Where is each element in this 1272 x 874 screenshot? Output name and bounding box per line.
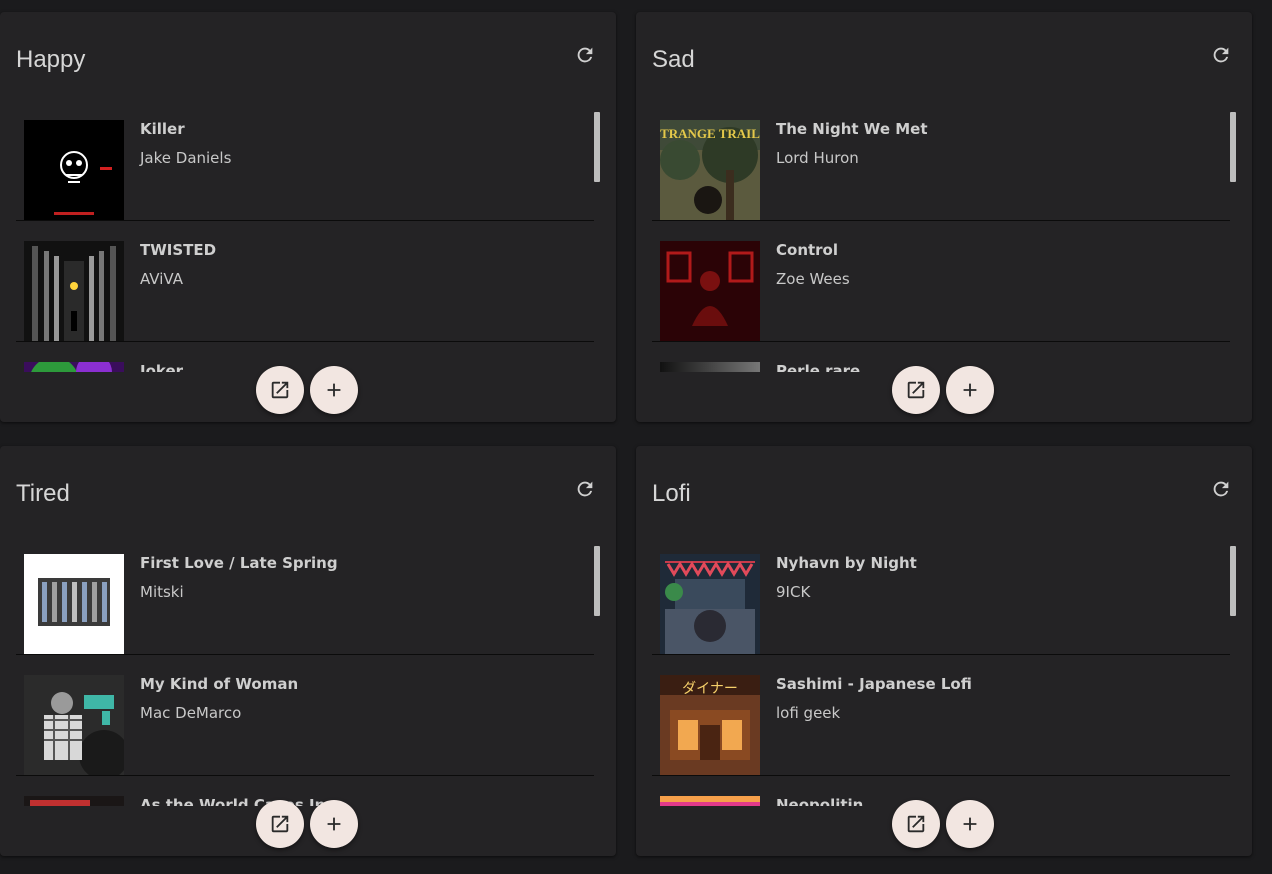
song-artist: Mac DeMarco	[140, 704, 242, 722]
song-item[interactable]: TWISTED AViVA	[16, 221, 594, 342]
refresh-icon	[577, 47, 593, 63]
song-item[interactable]: STRANGE TRAILS The Night We Met Lord Hur…	[652, 100, 1230, 221]
song-artist: Jake Daniels	[140, 149, 232, 167]
album-art	[24, 362, 124, 372]
song-title: Nyhavn by Night	[776, 554, 917, 572]
song-title: Joker	[140, 362, 184, 372]
open-playlist-button[interactable]	[892, 800, 940, 848]
open-playlist-button[interactable]	[892, 366, 940, 414]
scrollbar-thumb[interactable]	[1230, 546, 1236, 616]
card-actions	[892, 366, 996, 414]
add-icon	[963, 817, 977, 831]
refresh-button[interactable]	[574, 478, 596, 500]
song-item[interactable]: ダイナー Sashimi - Japanese Lofi lofi geek	[652, 655, 1230, 776]
album-art: STRANGE TRAILS	[660, 120, 760, 220]
song-list[interactable]: Nyhavn by Night 9ICK ダイナー Sashimi - Japa…	[652, 534, 1230, 806]
open-in-new-icon	[271, 381, 289, 399]
album-art	[24, 675, 124, 775]
card-title: Happy	[16, 46, 86, 73]
song-title: Perle rare	[776, 362, 861, 372]
song-title: Sashimi - Japanese Lofi	[776, 675, 972, 693]
album-art	[660, 241, 760, 341]
scrollbar[interactable]	[594, 534, 600, 806]
song-artist: 9ICK	[776, 583, 811, 601]
album-art	[24, 241, 124, 341]
song-title: Control	[776, 241, 839, 259]
add-icon	[963, 383, 977, 397]
song-artist: lofi geek	[776, 704, 841, 722]
song-title: TWISTED	[140, 241, 217, 259]
scrollbar-thumb[interactable]	[1230, 112, 1236, 182]
song-title: Neopolitin	[776, 796, 864, 806]
song-artist: Lord Huron	[776, 149, 859, 167]
album-art	[660, 362, 760, 372]
song-item[interactable]: Control Zoe Wees	[652, 221, 1230, 342]
add-icon	[327, 817, 341, 831]
card-title: Tired	[16, 480, 70, 507]
add-song-button[interactable]	[946, 366, 994, 414]
refresh-icon	[1213, 481, 1229, 497]
open-in-new-icon	[907, 815, 925, 833]
refresh-button[interactable]	[574, 44, 596, 66]
card-actions	[892, 800, 996, 848]
playlist-card-lofi: Lofi Nyhavn by Night 9ICK ダイナー Sashimi -…	[636, 446, 1252, 856]
add-song-button[interactable]	[310, 366, 358, 414]
open-playlist-button[interactable]	[256, 800, 304, 848]
scrollbar-thumb[interactable]	[594, 112, 600, 182]
add-song-button[interactable]	[310, 800, 358, 848]
album-art	[24, 796, 124, 806]
scrollbar[interactable]	[594, 100, 600, 372]
song-item[interactable]: Nyhavn by Night 9ICK	[652, 534, 1230, 655]
refresh-icon	[577, 481, 593, 497]
song-item[interactable]: First Love / Late Spring Mitski	[16, 534, 594, 655]
song-list[interactable]: First Love / Late Spring Mitski My Kind …	[16, 534, 594, 806]
card-title: Sad	[652, 46, 695, 73]
refresh-button[interactable]	[1210, 44, 1232, 66]
song-item[interactable]: My Kind of Woman Mac DeMarco	[16, 655, 594, 776]
song-artist: Mitski	[140, 583, 184, 601]
album-art-text: STRANGE TRAILS	[660, 126, 760, 141]
open-playlist-button[interactable]	[256, 366, 304, 414]
refresh-icon	[1213, 47, 1229, 63]
refresh-button[interactable]	[1210, 478, 1232, 500]
song-list[interactable]: Killer Jake Daniels TWISTED AViVA Joker	[16, 100, 594, 372]
open-in-new-icon	[907, 381, 925, 399]
playlist-card-happy: Happy Killer Jake Daniels TWISTED AViVA …	[0, 12, 616, 422]
song-title: My Kind of Woman	[140, 675, 299, 693]
song-title: The Night We Met	[776, 120, 928, 138]
playlist-card-sad: Sad STRANGE TRAILS The Night We Met Lord…	[636, 12, 1252, 422]
album-art	[24, 554, 124, 654]
scrollbar[interactable]	[1230, 100, 1236, 372]
scrollbar-thumb[interactable]	[594, 546, 600, 616]
album-art	[660, 554, 760, 654]
song-artist: Zoe Wees	[776, 270, 850, 288]
card-title: Lofi	[652, 480, 691, 507]
song-title: First Love / Late Spring	[140, 554, 338, 572]
open-in-new-icon	[271, 815, 289, 833]
album-art-text: ダイナー	[682, 681, 738, 697]
song-artist: AViVA	[140, 270, 183, 288]
add-song-button[interactable]	[946, 800, 994, 848]
song-item[interactable]: Killer Jake Daniels	[16, 100, 594, 221]
album-art: ダイナー	[660, 675, 760, 775]
add-icon	[327, 383, 341, 397]
song-list[interactable]: STRANGE TRAILS The Night We Met Lord Hur…	[652, 100, 1230, 372]
playlist-card-tired: Tired First Love / Late Spring Mitski My…	[0, 446, 616, 856]
album-art	[660, 796, 760, 806]
album-art	[24, 120, 124, 220]
card-actions	[256, 800, 360, 848]
scrollbar[interactable]	[1230, 534, 1236, 806]
card-actions	[256, 366, 360, 414]
song-title: Killer	[140, 120, 185, 138]
